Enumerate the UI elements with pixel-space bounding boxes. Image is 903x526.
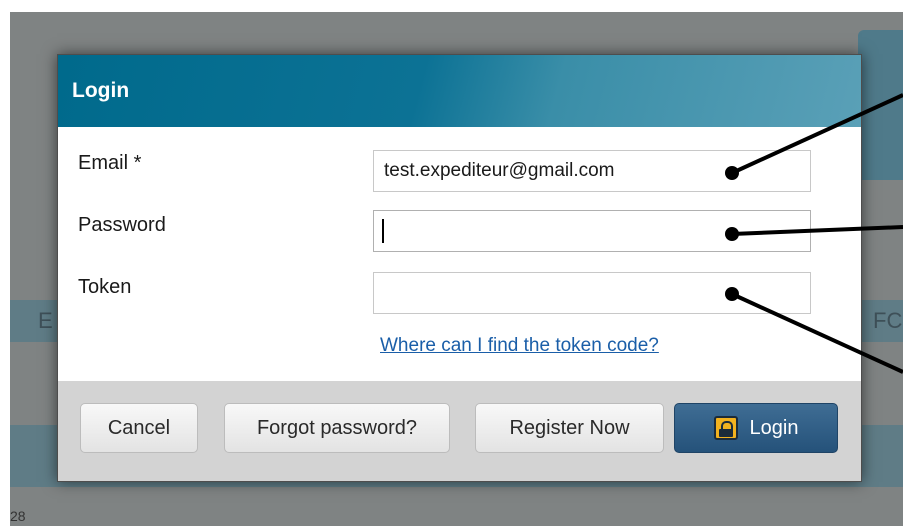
annotation-pointers (725, 93, 903, 374)
pointer-dot-password (725, 227, 739, 241)
pointer-line-email (731, 93, 903, 175)
pointer-line-token (731, 292, 903, 374)
pointer-line-password (731, 225, 903, 236)
pointer-dot-email (725, 166, 739, 180)
pointer-dot-token (725, 287, 739, 301)
